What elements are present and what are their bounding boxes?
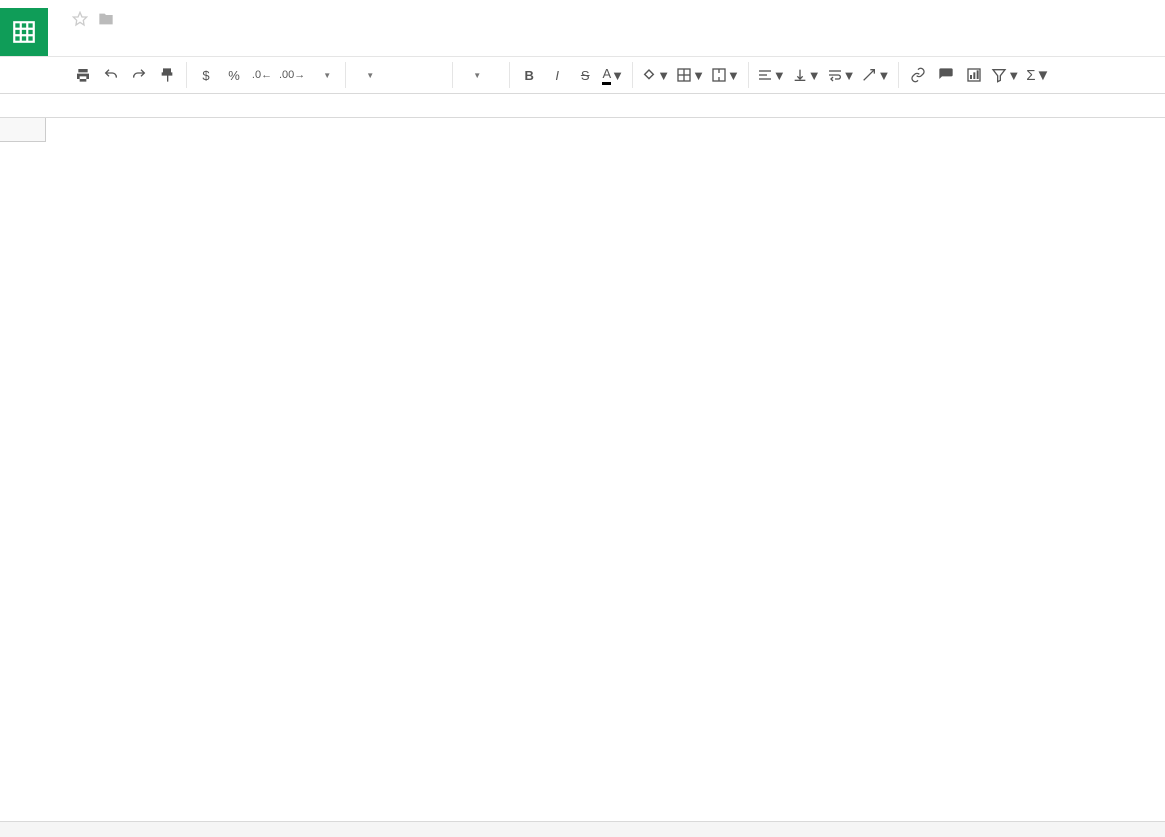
format-currency-button[interactable]: $	[195, 64, 217, 86]
sheets-app-icon[interactable]	[0, 8, 48, 56]
horizontal-align-button[interactable]: ▼	[757, 64, 786, 86]
functions-icon[interactable]: Σ▼	[1026, 64, 1050, 86]
insert-comment-icon[interactable]	[935, 64, 957, 86]
undo-icon[interactable]	[100, 64, 122, 86]
formula-bar	[0, 94, 1165, 118]
text-wrap-button[interactable]: ▼	[827, 64, 856, 86]
merge-cells-button[interactable]: ▼	[711, 64, 740, 86]
strikethrough-button[interactable]: S	[574, 64, 596, 86]
paint-format-icon[interactable]	[156, 64, 178, 86]
fill-color-button[interactable]: ▼	[641, 64, 670, 86]
sheet-tab-strip[interactable]	[0, 821, 1165, 837]
decrease-decimal-button[interactable]: .0←	[251, 64, 273, 86]
more-formats-dropdown[interactable]: ▼	[311, 69, 337, 82]
format-percent-button[interactable]: %	[223, 64, 245, 86]
borders-button[interactable]: ▼	[676, 64, 705, 86]
filter-icon[interactable]: ▼	[991, 64, 1020, 86]
italic-button[interactable]: I	[546, 64, 568, 86]
spreadsheet-grid[interactable]	[0, 118, 1165, 821]
select-all-corner[interactable]	[0, 118, 46, 142]
insert-chart-icon[interactable]	[963, 64, 985, 86]
increase-decimal-button[interactable]: .00→	[279, 64, 305, 86]
text-rotation-button[interactable]: ▼	[861, 64, 890, 86]
folder-icon[interactable]	[98, 11, 114, 30]
vertical-align-button[interactable]: ▼	[792, 64, 821, 86]
formula-input[interactable]	[46, 94, 1165, 117]
star-icon[interactable]	[72, 11, 88, 30]
app-header	[0, 0, 1165, 56]
toolbar: $ % .0← .00→ ▼ ▼ ▼ B I S A▼ ▼ ▼ ▼ ▼ ▼ ▼ …	[0, 56, 1165, 94]
insert-link-icon[interactable]	[907, 64, 929, 86]
redo-icon[interactable]	[128, 64, 150, 86]
text-color-button[interactable]: A▼	[602, 64, 624, 86]
menu-bar	[62, 32, 1155, 42]
bold-button[interactable]: B	[518, 64, 540, 86]
font-size-dropdown[interactable]: ▼	[461, 69, 501, 82]
font-family-dropdown[interactable]: ▼	[354, 69, 444, 82]
print-icon[interactable]	[72, 64, 94, 86]
